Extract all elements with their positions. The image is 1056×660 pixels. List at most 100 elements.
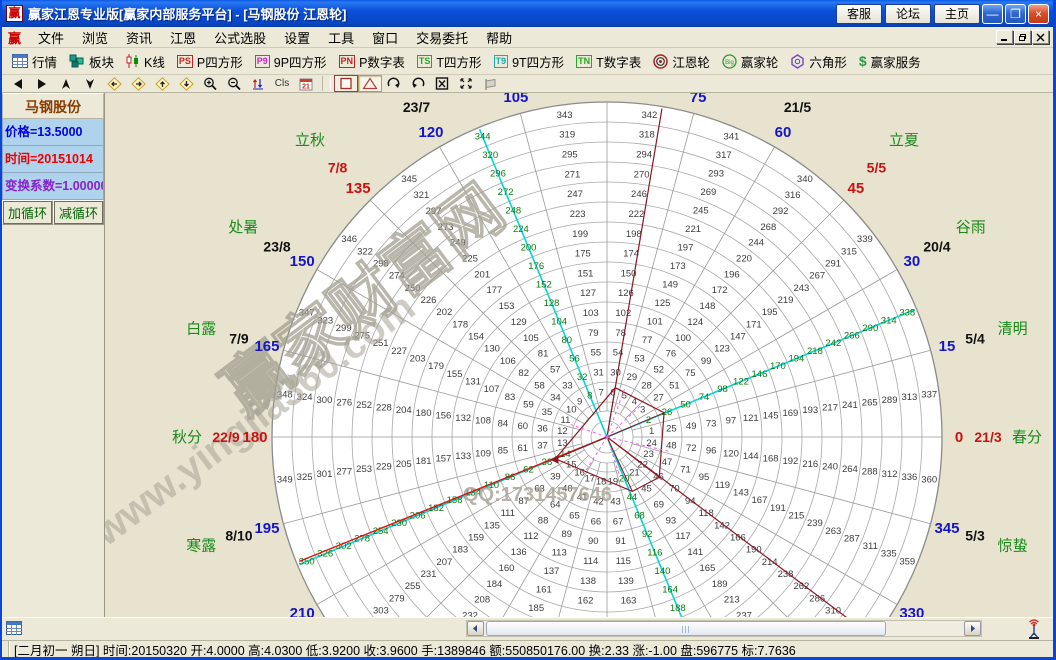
scrollbar-thumb[interactable] <box>486 621 886 636</box>
center-button[interactable] <box>454 75 478 92</box>
forum-button[interactable]: 论坛 <box>885 4 931 24</box>
p-square-button[interactable]: PSP四方形 <box>171 50 249 73</box>
svg-text:336: 336 <box>901 472 917 483</box>
page-prev-button[interactable] <box>6 75 30 92</box>
svg-text:301: 301 <box>317 469 333 480</box>
solar-term-label-150: 处暑 <box>228 219 258 236</box>
quote-table-icon[interactable] <box>6 621 22 636</box>
mdi-minimize-button[interactable] <box>996 30 1013 44</box>
homepage-button[interactable]: 主页 <box>934 4 980 24</box>
svg-text:341: 341 <box>723 132 739 143</box>
solar-term-label-45: 立夏 <box>889 132 919 149</box>
menu-item-6[interactable]: 工具 <box>319 26 363 49</box>
svg-text:192: 192 <box>782 456 798 467</box>
calendar-button[interactable]: 21 <box>294 75 318 92</box>
menu-item-4[interactable]: 公式选股 <box>205 26 275 49</box>
diamond-left-button[interactable] <box>102 75 126 92</box>
price-field[interactable]: 价格=13.5000 <box>2 119 104 146</box>
menu-item-0[interactable]: 文件 <box>29 26 73 49</box>
winner-wheel-button[interactable]: Big赢家轮 <box>716 50 785 73</box>
hexagon-button[interactable]: 六角形 <box>784 50 853 73</box>
svg-text:219: 219 <box>778 295 794 306</box>
svg-text:320: 320 <box>482 150 498 161</box>
market-quotes-button[interactable]: 行情 <box>6 50 63 73</box>
minimize-button[interactable]: — <box>982 4 1003 24</box>
svg-text:277: 277 <box>336 467 352 478</box>
marker-up-button[interactable] <box>54 75 78 92</box>
window-title: 赢家江恩专业版[赢家内部服务平台] - [马钢股份 江恩轮] <box>28 4 833 23</box>
triangle-tool-button[interactable] <box>358 75 382 92</box>
rotate-ccw-button[interactable] <box>406 75 430 92</box>
svg-text:289: 289 <box>882 395 898 406</box>
price-axis-button[interactable] <box>246 75 270 92</box>
time-field[interactable]: 时间=20151014 <box>2 146 104 173</box>
polygon-button[interactable] <box>478 75 502 92</box>
svg-text:335: 335 <box>881 549 897 560</box>
add-cycle-button[interactable]: 加循环 <box>2 200 53 225</box>
date-label-120: 23/7 <box>403 99 430 115</box>
svg-text:3: 3 <box>640 405 645 416</box>
mdi-restore-button[interactable] <box>1014 30 1031 44</box>
delete-box-button[interactable] <box>430 75 454 92</box>
svg-text:34: 34 <box>550 392 561 403</box>
menu-bar: 赢 文件浏览资讯江恩公式选股设置工具窗口交易委托帮助 <box>2 27 1053 48</box>
marker-down-button[interactable] <box>78 75 102 92</box>
t-table-button[interactable]: TNT数字表 <box>570 50 647 73</box>
svg-text:171: 171 <box>746 319 762 330</box>
gann-wheel-canvas[interactable]: 1234567891011121314151617181920212223242… <box>105 93 1050 617</box>
page-next-button[interactable] <box>30 75 54 92</box>
customer-service-button[interactable]: 客服 <box>836 4 882 24</box>
sectors-button[interactable]: 板块 <box>63 50 120 73</box>
svg-text:28: 28 <box>641 380 652 391</box>
9p-square-button[interactable]: P99P四方形 <box>249 50 333 73</box>
gann-wheel-button[interactable]: 江恩轮 <box>647 50 716 73</box>
gann-wheel-chart-area[interactable]: 1234567891011121314151617181920212223242… <box>105 93 1050 617</box>
svg-text:248: 248 <box>505 206 521 217</box>
svg-text:167: 167 <box>752 495 768 506</box>
zoom-out-button[interactable] <box>222 75 246 92</box>
diamond-down-button[interactable] <box>174 75 198 92</box>
rotate-cw-button[interactable] <box>382 75 406 92</box>
menu-item-7[interactable]: 窗口 <box>363 26 407 49</box>
menu-item-5[interactable]: 设置 <box>275 26 319 49</box>
menu-item-2[interactable]: 资讯 <box>117 26 161 49</box>
t-square-button[interactable]: TST四方形 <box>411 50 488 73</box>
p-table-button[interactable]: PNP数字表 <box>333 50 411 73</box>
cls-button[interactable]: Cls <box>270 75 294 92</box>
horizontal-scrollbar[interactable] <box>466 620 982 637</box>
square-tool-button[interactable] <box>334 75 358 92</box>
svg-text:35: 35 <box>542 407 553 418</box>
svg-text:23: 23 <box>643 449 654 460</box>
svg-text:267: 267 <box>809 271 825 282</box>
diamond-up-button[interactable] <box>150 75 174 92</box>
kline-button[interactable]: K线 <box>120 50 171 73</box>
scroll-left-button[interactable] <box>467 621 484 636</box>
menu-item-8[interactable]: 交易委托 <box>407 26 477 49</box>
menu-item-1[interactable]: 浏览 <box>73 26 117 49</box>
mdi-close-button[interactable] <box>1032 30 1049 44</box>
svg-text:127: 127 <box>580 288 596 299</box>
svg-text:148: 148 <box>700 301 716 312</box>
svg-text:268: 268 <box>760 222 776 233</box>
maximize-button[interactable]: ❐ <box>1005 4 1026 24</box>
price-axis-icon <box>251 77 265 90</box>
scroll-right-button[interactable] <box>964 621 981 636</box>
svg-text:231: 231 <box>421 569 437 580</box>
svg-text:253: 253 <box>356 464 372 475</box>
date-label-195: 8/10 <box>225 528 252 544</box>
menu-item-3[interactable]: 江恩 <box>161 26 205 49</box>
9t-square-button[interactable]: T99T四方形 <box>488 50 571 73</box>
subtract-cycle-button[interactable]: 减循环 <box>53 200 104 225</box>
svg-text:263: 263 <box>825 526 841 537</box>
svg-text:290: 290 <box>862 323 878 334</box>
svg-text:160: 160 <box>499 563 515 574</box>
svg-text:114: 114 <box>583 556 598 567</box>
close-button[interactable]: × <box>1028 4 1049 24</box>
winner-service-button[interactable]: $赢家服务 <box>853 50 927 73</box>
coefficient-field[interactable]: 变换系数=1.00000 <box>2 173 104 200</box>
zoom-in-button[interactable] <box>198 75 222 92</box>
diamond-right-button[interactable] <box>126 75 150 92</box>
menu-item-9[interactable]: 帮助 <box>477 26 521 49</box>
svg-text:100: 100 <box>675 333 691 344</box>
svg-text:316: 316 <box>785 190 801 201</box>
